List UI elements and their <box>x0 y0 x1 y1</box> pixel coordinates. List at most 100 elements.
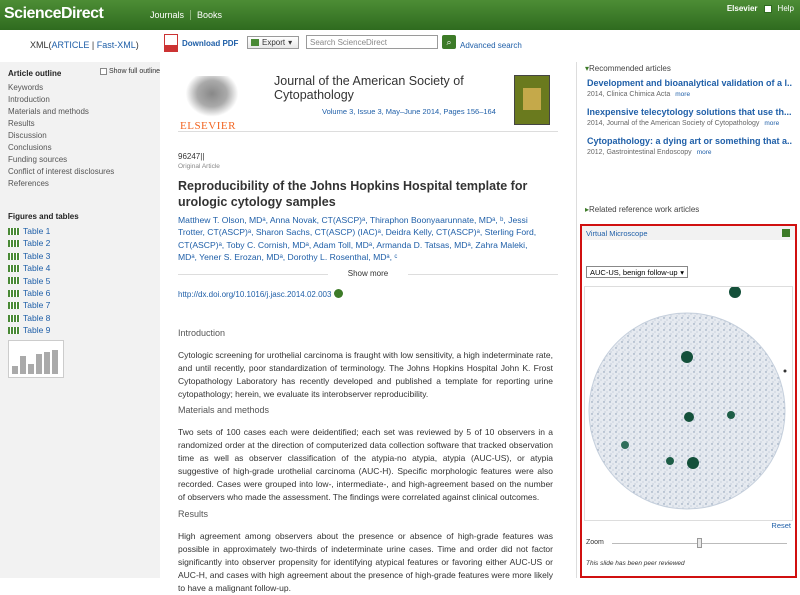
section-text: Cytologic screening for urothelial carci… <box>178 350 553 399</box>
virtual-microscope-panel: Virtual Microscope AUC-US, benign follow… <box>580 224 797 578</box>
download-pdf-button[interactable]: Download PDF <box>164 34 238 52</box>
table-icon <box>8 252 20 260</box>
article-title: Reproducibility of the Johns Hopkins Hos… <box>178 179 528 209</box>
outline-item[interactable]: Results <box>8 118 160 130</box>
recommended-source: 2012, Gastrointestinal Endoscopy <box>587 149 692 156</box>
outline-item[interactable]: Materials and methods <box>8 106 160 118</box>
figure-item[interactable]: Table 2 <box>8 237 160 249</box>
sciencedirect-logo[interactable]: ScienceDirect <box>4 5 104 23</box>
outline-list: Keywords Introduction Materials and meth… <box>0 82 160 190</box>
search-icon: ⌕ <box>446 37 452 47</box>
table-icon <box>8 240 20 248</box>
article-id: 96247|| <box>178 152 205 161</box>
journal-cover[interactable] <box>514 75 550 125</box>
advanced-search-link[interactable]: Advanced search <box>460 41 522 50</box>
outline-item[interactable]: Conclusions <box>8 142 160 154</box>
recommended-meta: 2014, Clinica Chimica Acta more <box>587 91 800 98</box>
figure-label: Table 5 <box>23 275 51 286</box>
publisher-name: ELSEVIER <box>180 120 236 132</box>
peer-review-note: This slide has been peer reviewed <box>586 560 685 567</box>
article-main: ELSEVIER Journal of the American Society… <box>160 62 576 593</box>
show-more-button[interactable]: Show more <box>178 269 558 278</box>
author-list[interactable]: Matthew T. Olson, MDᵃ, Anna Novak, CT(AS… <box>178 214 548 264</box>
more-link[interactable]: more <box>675 91 690 98</box>
journal-volume[interactable]: Volume 3, Issue 3, May–June 2014, Pages … <box>322 107 496 116</box>
slide-select[interactable]: AUC-US, benign follow-up ▾ <box>586 266 688 278</box>
show-full-outline-toggle[interactable]: Show full outline <box>100 68 160 75</box>
recommended-title[interactable]: Cytopathology: a dying art or something … <box>587 136 792 146</box>
figure-label: Table 1 <box>23 226 51 236</box>
outline-item[interactable]: Introduction <box>8 94 160 106</box>
more-link[interactable]: more <box>697 149 712 156</box>
show-full-outline-label: Show full outline <box>109 68 160 75</box>
search-input[interactable]: Search ScienceDirect <box>306 35 438 49</box>
top-right: Elsevier Help <box>727 4 794 13</box>
slide-viewer[interactable] <box>584 286 793 521</box>
elsevier-tree-icon <box>182 76 242 120</box>
section-methods: Materials and methods Two sets of 100 ca… <box>178 405 553 504</box>
nav-books[interactable]: Books <box>190 10 229 20</box>
figure-label: Table 2 <box>23 238 51 249</box>
section-heading: Results <box>178 509 209 519</box>
elsevier-logo[interactable]: ELSEVIER <box>178 76 250 132</box>
figure-item[interactable]: Table 9 <box>8 324 160 336</box>
reset-button[interactable]: Reset <box>771 521 791 530</box>
recommended-heading[interactable]: Recommended articles <box>585 64 800 73</box>
more-link[interactable]: more <box>764 120 779 127</box>
zoom-slider-thumb[interactable] <box>696 538 702 548</box>
section-text: High agreement among observers about the… <box>178 531 553 593</box>
figure-item[interactable]: Table 4 <box>8 262 160 274</box>
xml-prefix: XML( <box>30 40 52 50</box>
figure-item[interactable]: Table 5 <box>8 275 160 287</box>
recommended-item: Cytopathology: a dying art or something … <box>587 136 800 156</box>
left-sidebar: Article outline Show full outline Keywor… <box>0 62 160 578</box>
figure-item[interactable]: Table 8 <box>8 312 160 324</box>
figure-thumbnail[interactable] <box>8 339 64 378</box>
article-type: Original Article <box>178 163 220 170</box>
outline-item[interactable]: Conflict of interest disclosures <box>8 166 160 178</box>
institution-icon[interactable] <box>763 4 772 13</box>
export-dropdown[interactable]: Export ▾ <box>247 36 299 49</box>
section-heading: Introduction <box>178 328 226 338</box>
show-full-outline-checkbox[interactable] <box>100 68 107 75</box>
outline-item[interactable]: Keywords <box>8 82 160 94</box>
vm-header: Virtual Microscope <box>582 226 795 240</box>
figure-label: Table 6 <box>23 288 51 299</box>
section-heading: Materials and methods <box>178 405 270 415</box>
xml-article-link[interactable]: ARTICLE <box>52 40 90 50</box>
xml-fast-link[interactable]: Fast-XML <box>97 40 136 50</box>
user-name[interactable]: Elsevier <box>727 4 758 13</box>
figures-heading: Figures and tables <box>8 212 79 221</box>
figure-item[interactable]: Table 3 <box>8 250 160 262</box>
info-icon[interactable] <box>334 289 344 298</box>
nav-journals[interactable]: Journals <box>150 10 190 20</box>
figure-item[interactable]: Table 1 <box>8 225 160 237</box>
zoom-label: Zoom <box>586 539 604 546</box>
xml-suffix: ) <box>135 40 139 50</box>
section-text: Two sets of 100 cases each were deidenti… <box>178 427 553 502</box>
chevron-down-icon: ▾ <box>288 38 293 47</box>
figure-label: Table 8 <box>23 312 51 323</box>
recommended-item: Development and bioanalytical validation… <box>587 78 800 98</box>
journal-title[interactable]: Journal of the American Society of Cytop… <box>274 74 474 102</box>
export-label: Export <box>262 38 286 47</box>
help-link[interactable]: Help <box>778 4 794 13</box>
section-introduction: Introduction Cytologic screening for uro… <box>178 328 553 401</box>
doi-text: http://dx.doi.org/10.1016/j.jasc.2014.02… <box>178 290 332 299</box>
recommended-title[interactable]: Development and bioanalytical validation… <box>587 78 792 88</box>
table-icon <box>8 326 20 334</box>
chevron-down-icon: ▾ <box>680 268 684 277</box>
doi-link[interactable]: http://dx.doi.org/10.1016/j.jasc.2014.02… <box>178 289 344 299</box>
figure-item[interactable]: Table 6 <box>8 287 160 299</box>
search-button[interactable]: ⌕ <box>442 35 456 49</box>
related-heading[interactable]: Related reference work articles <box>585 205 699 214</box>
right-sidebar: Recommended articles Development and bio… <box>577 62 800 578</box>
outline-item[interactable]: References <box>8 178 160 190</box>
download-pdf-label: Download PDF <box>182 38 239 48</box>
figures-list: Table 1 Table 2 Table 3 Table 4 Table 5 … <box>0 225 160 337</box>
recommended-title[interactable]: Inexpensive telecytology solutions that … <box>587 107 792 117</box>
figure-item[interactable]: Table 7 <box>8 299 160 311</box>
outline-item[interactable]: Discussion <box>8 130 160 142</box>
popout-icon[interactable] <box>782 229 790 237</box>
outline-item[interactable]: Funding sources <box>8 154 160 166</box>
